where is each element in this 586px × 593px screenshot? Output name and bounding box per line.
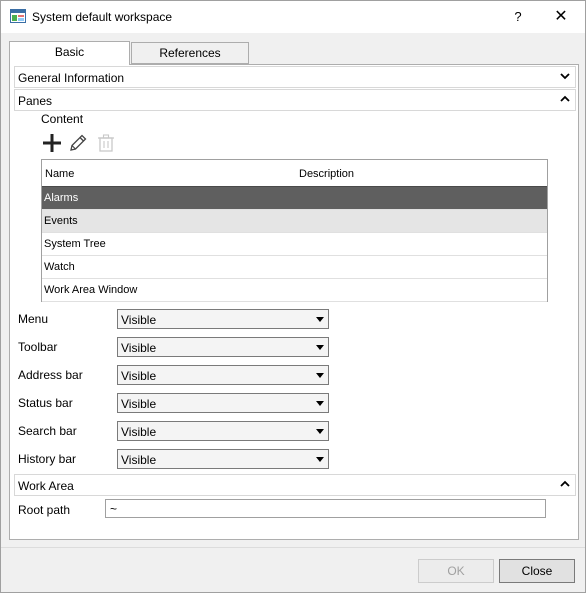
select-value: Visible <box>121 453 157 467</box>
chevron-down-icon[interactable] <box>559 70 571 82</box>
select-value: Visible <box>121 369 157 383</box>
dropdown-arrow-icon <box>316 373 324 378</box>
chevron-up-icon[interactable] <box>559 478 571 490</box>
tab-panel-basic: General Information Panes Content Name D… <box>9 64 579 540</box>
table-row-selected[interactable]: Alarms <box>42 187 547 210</box>
menu-label: Menu <box>18 312 49 326</box>
dropdown-arrow-icon <box>316 401 324 406</box>
help-button[interactable]: ? <box>505 5 531 29</box>
row-name: System Tree <box>44 238 106 250</box>
history-bar-label: History bar <box>18 452 77 466</box>
search-bar-label: Search bar <box>18 424 77 438</box>
address-bar-label: Address bar <box>18 368 83 382</box>
chevron-up-icon[interactable] <box>559 93 571 105</box>
plus-icon[interactable] <box>42 133 62 153</box>
toolbar-select[interactable]: Visible <box>117 337 329 357</box>
dialog-window: System default workspace ? ✕ Basic Refer… <box>0 0 586 593</box>
section-label: General Information <box>18 71 125 85</box>
row-name: Alarms <box>44 192 79 204</box>
row-name: Events <box>44 215 78 227</box>
dropdown-arrow-icon <box>316 429 324 434</box>
search-bar-select[interactable]: Visible <box>117 421 329 441</box>
table-header: Name Description <box>42 160 547 187</box>
status-bar-select[interactable]: Visible <box>117 393 329 413</box>
row-name: Watch <box>44 261 75 273</box>
workspace-app-icon <box>10 9 26 23</box>
select-value: Visible <box>121 341 157 355</box>
title-bar: System default workspace ? ✕ <box>1 1 585 33</box>
close-window-button[interactable]: ✕ <box>547 5 575 29</box>
status-bar-label: Status bar <box>18 396 73 410</box>
footer-divider <box>1 547 585 548</box>
table-row[interactable]: Events <box>42 210 547 233</box>
panes-table: Name Description Alarms Events System Tr… <box>41 159 548 302</box>
menu-select[interactable]: Visible <box>117 309 329 329</box>
root-path-input[interactable] <box>105 499 546 518</box>
select-value: Visible <box>121 425 157 439</box>
address-bar-select[interactable]: Visible <box>117 365 329 385</box>
pencil-icon[interactable] <box>68 133 88 153</box>
toolbar-label: Toolbar <box>18 340 58 354</box>
section-label: Panes <box>18 94 53 108</box>
tab-references[interactable]: References <box>131 42 249 64</box>
dropdown-arrow-icon <box>316 317 324 322</box>
column-header-description[interactable]: Description <box>299 168 354 180</box>
select-value: Visible <box>121 313 157 327</box>
ok-button[interactable]: OK <box>418 559 494 583</box>
content-label: Content <box>41 112 84 126</box>
history-bar-select[interactable]: Visible <box>117 449 329 469</box>
table-row[interactable]: Watch <box>42 256 547 279</box>
column-header-name[interactable]: Name <box>45 168 74 180</box>
trash-icon <box>98 134 114 152</box>
dropdown-arrow-icon <box>316 345 324 350</box>
section-panes[interactable]: Panes <box>14 89 576 111</box>
root-path-label: Root path <box>18 503 71 517</box>
table-row[interactable]: Work Area Window <box>42 279 547 302</box>
section-work-area[interactable]: Work Area <box>14 474 576 496</box>
window-title: System default workspace <box>32 10 173 24</box>
section-label: Work Area <box>18 479 74 493</box>
tab-basic[interactable]: Basic <box>9 41 130 65</box>
table-row[interactable]: System Tree <box>42 233 547 256</box>
dropdown-arrow-icon <box>316 457 324 462</box>
row-name: Work Area Window <box>44 284 138 296</box>
section-general-information[interactable]: General Information <box>14 66 576 88</box>
close-button[interactable]: Close <box>499 559 575 583</box>
select-value: Visible <box>121 397 157 411</box>
